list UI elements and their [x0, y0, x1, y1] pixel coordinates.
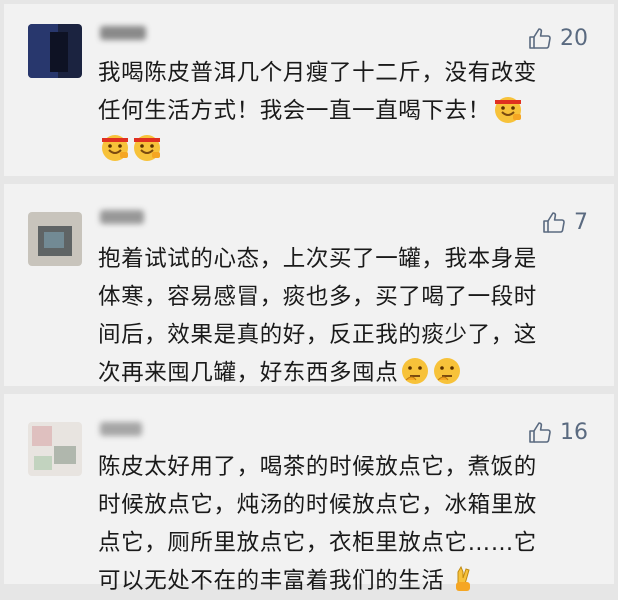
username[interactable]	[100, 26, 146, 40]
thumbs-up-icon	[529, 421, 551, 443]
headband-face-emoji	[494, 97, 521, 123]
thinking-face-emoji	[402, 358, 429, 384]
like-count: 16	[560, 420, 588, 445]
like-count: 20	[560, 26, 588, 51]
comment-text: 我喝陈皮普洱几个月瘦了十二斤，没有改变 任何生活方式！我会一直一直喝下去！	[98, 54, 594, 168]
thinking-face-emoji	[434, 358, 461, 384]
avatar[interactable]	[28, 422, 82, 476]
comment-text: 陈皮太好用了，喝茶的时候放点它，煮饭的 时候放点它，炖汤的时候放点它，冰箱里放 …	[98, 454, 537, 594]
like-button[interactable]: 16	[528, 420, 588, 445]
victory-hand-emoji	[455, 565, 470, 591]
thumbs-up-icon	[529, 27, 551, 49]
thumbs-up-icon	[543, 211, 565, 233]
username[interactable]	[100, 422, 142, 436]
headband-face-emoji	[134, 135, 160, 161]
comment-text: 抱着试试的心态，上次买了一罐，我本身是 体寒，容易感冒，痰也多，买了喝了一段时 …	[98, 246, 537, 386]
like-button[interactable]: 7	[542, 210, 588, 235]
username[interactable]	[100, 210, 144, 224]
comment-card: 7 抱着试试的心态，上次买了一罐，我本身是 体寒，容易感冒，痰也多，买了喝了一段…	[4, 184, 614, 386]
like-button[interactable]: 20	[528, 26, 588, 51]
comment-card: 20 我喝陈皮普洱几个月瘦了十二斤，没有改变 任何生活方式！我会一直一直喝下去！	[4, 4, 614, 176]
comment-card: 16 陈皮太好用了，喝茶的时候放点它，煮饭的 时候放点它，炖汤的时候放点它，冰箱…	[4, 394, 614, 594]
avatar[interactable]	[28, 24, 82, 78]
headband-face-emoji	[102, 135, 128, 161]
avatar[interactable]	[28, 212, 82, 266]
like-count: 7	[574, 210, 588, 235]
